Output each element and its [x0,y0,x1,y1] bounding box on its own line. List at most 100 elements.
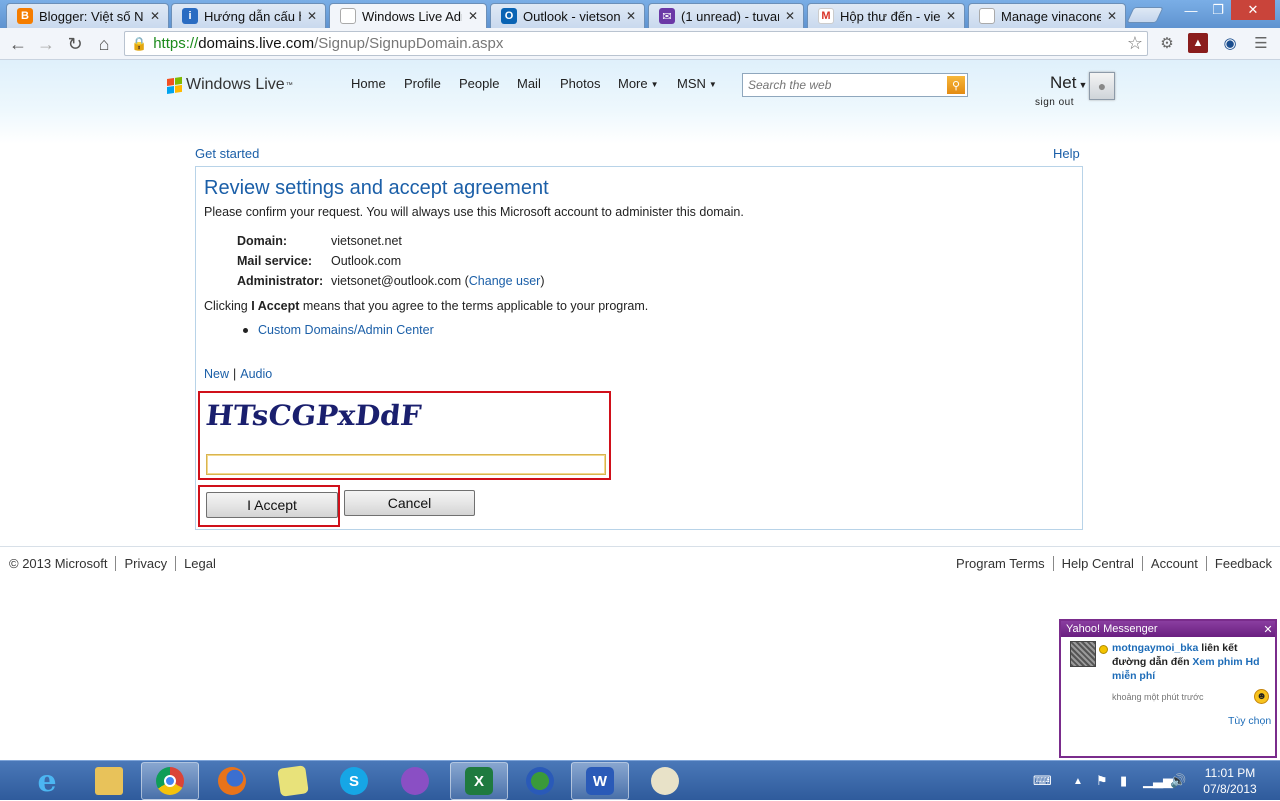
separator [175,556,177,571]
close-icon[interactable]: ✕ [785,9,795,23]
nav-photos[interactable]: Photos [560,76,600,91]
back-arrow-icon[interactable]: ← [6,32,30,56]
action-center-icon[interactable]: ⚑ [1096,761,1108,801]
search-icon[interactable]: ⚲ [947,76,965,94]
explorer-icon [95,767,123,795]
nav-mail[interactable]: Mail [517,76,541,91]
excel-icon: X [465,767,493,795]
help-link[interactable]: Help [1053,146,1080,161]
detail-label: Domain: [237,234,287,248]
settings-details: Domain: vietsonet.net Mail service: Outl… [237,231,545,291]
taskbar-app[interactable] [636,762,694,800]
legal-link[interactable]: Legal [184,556,216,571]
nav-label: Mail [517,76,541,91]
outlook-icon: O [501,8,517,24]
taskbar-app-active[interactable]: X [450,762,508,800]
captcha-audio-link[interactable]: Audio [240,367,272,381]
browser-tab[interactable]: M Hộp thư đến - viets ✕ [807,3,965,28]
search-input[interactable] [743,74,947,96]
close-icon[interactable]: ✕ [1107,9,1117,23]
captcha-image: HTsCGPxDdF [206,399,423,432]
browser-tab-active[interactable]: Windows Live Admi ✕ [329,3,487,28]
extension-icon[interactable]: ▲ [1188,33,1208,53]
forward-arrow-icon[interactable]: → [34,32,58,56]
captcha-new-link[interactable]: New [204,367,229,381]
browser-tab[interactable]: Manage vinaconet.n ✕ [968,3,1126,28]
new-tab-button[interactable] [1126,7,1164,23]
options-link[interactable]: Tùy chọn [1228,715,1271,727]
bookmark-star-icon[interactable]: ☆ [1127,33,1143,54]
change-user-link[interactable]: Change user [469,274,541,288]
close-icon[interactable]: ✕ [150,9,160,23]
list-item: Custom Domains/Admin Center [243,323,434,337]
nav-profile[interactable]: Profile [404,76,441,91]
user-name[interactable]: Net ▼ [1050,73,1087,93]
nav-people[interactable]: People [459,76,499,91]
program-terms-link[interactable]: Program Terms [956,556,1045,571]
sender-link[interactable]: motngaymoi_bka [1112,642,1198,654]
yahoo-mail-icon: ✉ [659,8,675,24]
power-icon[interactable]: ▮ [1120,761,1127,801]
custom-domains-link[interactable]: Custom Domains/Admin Center [258,323,434,337]
popup-titlebar: Yahoo! Messenger ✕ [1061,621,1275,637]
show-hidden-icons-icon[interactable]: ▲ [1073,761,1083,801]
keyboard-icon[interactable]: ⌨ [1033,761,1052,801]
captcha-input[interactable] [206,454,606,475]
yahoo-messenger-popup: Yahoo! Messenger ✕ motngaymoi_bka liên k… [1059,619,1277,758]
cancel-button[interactable]: Cancel [344,490,475,516]
avatar[interactable]: ● [1089,72,1115,100]
tab-title: Hướng dẫn cấu hình [204,8,301,24]
nav-label: MSN [677,76,706,91]
volume-icon[interactable]: 🔊 [1170,761,1186,801]
window-close-button[interactable]: ✕ [1231,0,1275,20]
account-link[interactable]: Account [1151,556,1198,571]
detail-value: Outlook.com [331,254,402,268]
extension-icon[interactable]: ◉ [1220,33,1240,53]
privacy-link[interactable]: Privacy [124,556,167,571]
close-icon[interactable]: ✕ [307,9,317,23]
reload-icon[interactable]: ↻ [63,32,87,56]
nav-more[interactable]: More ▼ [618,76,659,91]
feedback-link[interactable]: Feedback [1215,556,1272,571]
user-name-label: Net [1050,73,1077,92]
separator: | [233,367,237,381]
browser-tab[interactable]: B Blogger: Việt số Net ✕ [6,3,169,28]
taskbar-app[interactable]: e [18,762,76,800]
get-started-link[interactable]: Get started [195,146,259,161]
menu-icon[interactable]: ☰ [1251,33,1271,53]
taskbar-app[interactable] [511,762,569,800]
status-dot-icon [1099,645,1108,654]
browser-tab[interactable]: i Hướng dẫn cấu hình ✕ [171,3,326,28]
settings-gear-icon[interactable]: ⚙ [1157,33,1177,53]
minimize-button[interactable]: — [1177,0,1205,20]
nav-home[interactable]: Home [351,76,386,91]
tab-title: Hộp thư đến - viets [840,8,940,24]
home-icon[interactable]: ⌂ [92,32,116,56]
browser-tab[interactable]: ✉ (1 unread) - tuvank ✕ [648,3,804,28]
close-icon[interactable]: ✕ [468,9,478,23]
close-icon[interactable]: ✕ [946,9,956,23]
taskbar-app[interactable] [264,762,322,800]
maximize-button[interactable]: ❐ [1205,0,1231,20]
taskbar-app[interactable] [203,762,261,800]
nav-msn[interactable]: MSN ▼ [677,76,717,91]
browser-toolbar: ← → ↻ ⌂ 🔒 https://domains.live.com/Signu… [0,28,1280,60]
network-icon[interactable]: ▁▃▅ [1143,761,1173,801]
browser-tab[interactable]: O Outlook - vietsonet ✕ [490,3,645,28]
taskbar-app-active[interactable] [141,762,199,800]
taskbar-app[interactable] [386,762,444,800]
accept-button[interactable]: I Accept [206,492,338,518]
windows-live-logo[interactable]: Windows Live ™ [166,76,293,94]
nav-label: Home [351,76,386,91]
skype-icon: S [340,767,368,795]
taskbar-app-active[interactable]: W [571,762,629,800]
taskbar-app[interactable]: S [325,762,383,800]
sign-out-link[interactable]: sign out [1035,97,1074,108]
close-icon[interactable]: ✕ [1261,623,1275,636]
close-icon[interactable]: ✕ [626,9,636,23]
help-central-link[interactable]: Help Central [1062,556,1134,571]
taskbar-app[interactable] [80,762,138,800]
address-bar[interactable]: 🔒 https://domains.live.com/Signup/Signup… [124,31,1148,56]
system-clock[interactable]: 11:01 PM 07/8/2013 [1190,765,1270,797]
terms-bold: I Accept [251,299,300,313]
